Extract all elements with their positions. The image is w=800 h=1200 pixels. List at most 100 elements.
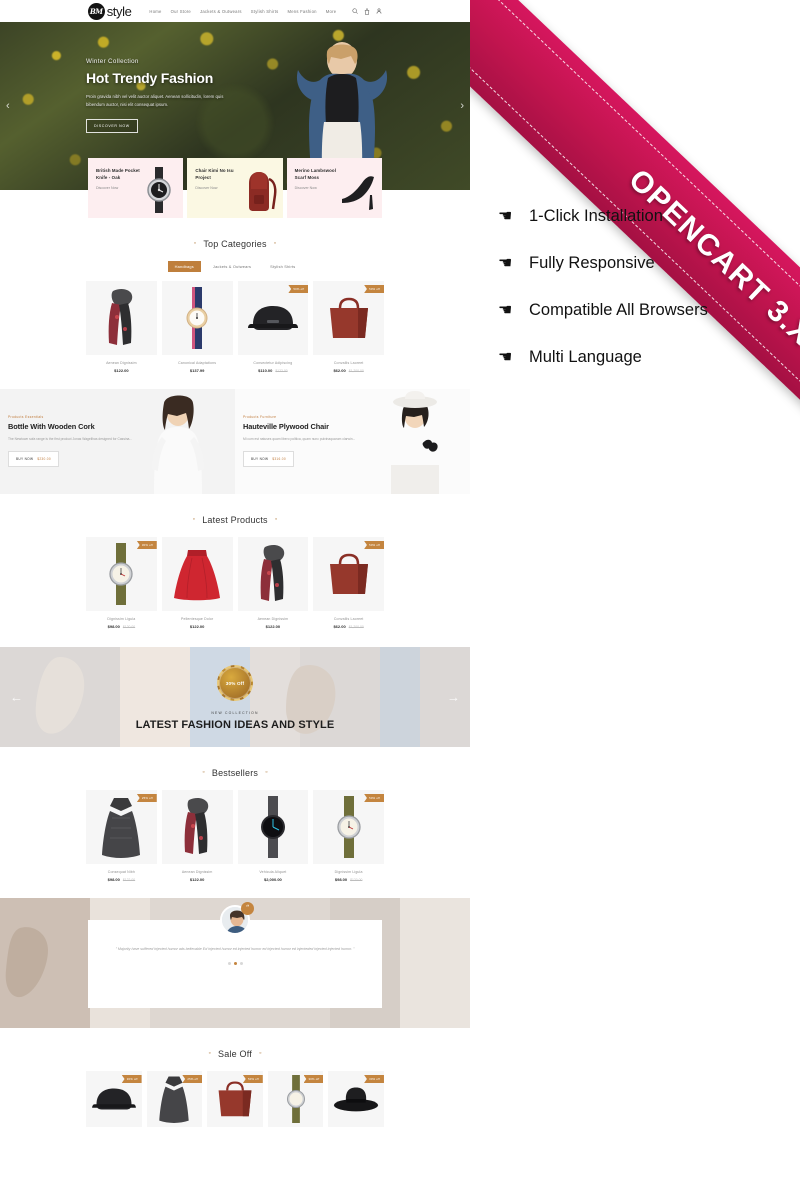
- promo-card[interactable]: Chair Kimi No Isu Project Discover Now: [187, 158, 283, 218]
- dress-icon: [102, 798, 141, 858]
- product-image[interactable]: 50% off: [313, 537, 384, 611]
- product-name: Dignissim Ligula: [334, 870, 363, 874]
- category-tabs[interactable]: Handbags Jackets & Outwears Stylish Shir…: [0, 261, 470, 272]
- hat-icon: [334, 1087, 379, 1112]
- hero-discover-button[interactable]: DISCOVER NOW: [86, 118, 138, 133]
- product-image[interactable]: [237, 790, 309, 864]
- marketing-panel: OPENCART 3.X ☚ 1-Click Installation ☚ Fu…: [470, 0, 800, 1200]
- parallax-promo-banner[interactable]: 30% Off NEW COLLECTION LATEST FASHION ID…: [0, 647, 470, 747]
- split-banner-buy-button[interactable]: BUY NOW $316.00: [243, 450, 294, 467]
- split-banner-buy-button[interactable]: BUY NOW $230.00: [8, 450, 59, 467]
- tab-stylish-shirts[interactable]: Stylish Shirts: [263, 261, 302, 272]
- search-icon[interactable]: [352, 8, 359, 14]
- nav-item-more[interactable]: More: [326, 9, 337, 14]
- product-old-price: $122.00: [122, 878, 136, 882]
- desktop-site-preview: BM style Home Our Store Jackets & Outwea…: [0, 0, 470, 1200]
- product-name: Dignissim Ligula: [107, 617, 136, 621]
- product-card[interactable]: 50% off Consectetur Adipiscing $110.00 $1…: [237, 281, 309, 373]
- promo-card-strip: British Made Pocket Knife - Oak Discover…: [0, 158, 470, 218]
- nav-item-mens-fashion[interactable]: Mens Fashion: [287, 9, 316, 14]
- split-banner[interactable]: Products Furniture Hauteville Plywood Ch…: [235, 389, 470, 494]
- product-card[interactable]: 50% off Convallis Laoreet $62.00 $1,200.0…: [313, 281, 384, 373]
- parallax-prev-arrow[interactable]: ←: [10, 690, 23, 705]
- feature-item-compatible-all-browsers: ☚ Compatible All Browsers: [498, 301, 708, 320]
- promo-card-title: Merino Lambswool Scarf Moss: [294, 168, 337, 180]
- feature-label: Fully Responsive: [529, 254, 655, 272]
- product-card[interactable]: 30% off: [267, 1071, 324, 1127]
- promo-card[interactable]: Merino Lambswool Scarf Moss Discover Now: [286, 158, 382, 218]
- cap-icon: [91, 1088, 136, 1110]
- product-card[interactable]: 30% off: [86, 1071, 142, 1127]
- account-icon[interactable]: [376, 8, 382, 14]
- product-name: Pellentesque Dolor: [180, 617, 214, 621]
- product-name: Canonical Adaptations: [178, 361, 217, 365]
- product-card[interactable]: Aenean Dignissim $122.00: [237, 537, 309, 629]
- main-navigation[interactable]: Home Our Store Jackets & Outwears Stylis…: [149, 9, 336, 14]
- product-card[interactable]: 30% off Dignissim Ligula $98.00 $120.00: [86, 537, 157, 629]
- tab-jackets-outwears[interactable]: Jackets & Outwears: [206, 261, 258, 272]
- pagination-dot-active[interactable]: [233, 961, 237, 965]
- nav-item-jackets-outwears[interactable]: Jackets & Outwears: [200, 9, 242, 14]
- site-logo[interactable]: BM style: [87, 2, 132, 20]
- discount-badge: 50% off: [242, 1075, 263, 1083]
- promo-card-title: Chair Kimi No Isu Project: [195, 168, 234, 180]
- product-old-price: $120.00: [122, 625, 136, 629]
- product-image[interactable]: [161, 537, 233, 611]
- product-card[interactable]: 50% off: [207, 1071, 263, 1127]
- hero-prev-arrow[interactable]: ‹: [6, 100, 10, 112]
- split-banner-kicker: Products Essentials: [8, 415, 44, 419]
- parallax-next-arrow[interactable]: →: [447, 690, 460, 705]
- product-card[interactable]: Aenean Dignissim $122.00: [161, 790, 233, 882]
- split-banner-price: $230.00: [37, 456, 51, 461]
- nav-item-home[interactable]: Home: [149, 9, 161, 14]
- nav-item-stylish-shirts[interactable]: Stylish Shirts: [251, 9, 279, 14]
- hero-next-arrow[interactable]: ›: [460, 100, 464, 112]
- product-card[interactable]: Aenean Dignissim $122.00: [86, 281, 157, 373]
- product-card[interactable]: Vehicula Aliquet $2,000.00: [237, 790, 309, 882]
- promo-card[interactable]: British Made Pocket Knife - Oak Discover…: [88, 158, 184, 218]
- tab-handbags[interactable]: Handbags: [167, 261, 201, 272]
- testimonial-quote: " Majority have suffered injected humor …: [115, 947, 355, 951]
- nav-item-our-store[interactable]: Our Store: [171, 9, 191, 14]
- sale-stamp-badge: 30% Off: [217, 665, 253, 701]
- product-price: $122.00: [189, 624, 205, 629]
- product-card[interactable]: 25% off Consequat Nibh $98.00 $122.00: [86, 790, 157, 882]
- product-image[interactable]: 30% off: [267, 1071, 324, 1127]
- product-image[interactable]: 30% off: [328, 1071, 384, 1127]
- product-card[interactable]: 30% off: [328, 1071, 384, 1127]
- discount-badge: 30% off: [303, 1075, 324, 1083]
- testimonial-pagination[interactable]: [104, 961, 366, 965]
- backpack-icon: [248, 172, 277, 211]
- product-image[interactable]: 50% off: [313, 281, 384, 355]
- sale-off-grid: 30% off 25% off 50% off 30% off 30% off: [0, 1071, 470, 1127]
- product-image[interactable]: 30% off: [86, 537, 157, 611]
- header-icon-group[interactable]: [352, 7, 382, 15]
- pagination-dot[interactable]: [239, 961, 243, 965]
- product-card[interactable]: 50% off Dignissim Ligula $98.00 $120.00: [313, 790, 384, 882]
- product-card[interactable]: Pellentesque Dolor $122.00: [161, 537, 233, 629]
- product-card[interactable]: Canonical Adaptations $137.99: [161, 281, 233, 373]
- product-image[interactable]: 25% off: [86, 790, 157, 864]
- split-banner[interactable]: Products Essentials Bottle With Wooden C…: [0, 389, 235, 494]
- product-name: Consectetur Adipiscing: [253, 361, 293, 365]
- section-title: Sale Off: [201, 1049, 268, 1059]
- product-image[interactable]: [86, 281, 157, 355]
- cart-icon[interactable]: [364, 7, 370, 15]
- product-image[interactable]: [237, 537, 309, 611]
- product-image[interactable]: 30% off: [86, 1071, 142, 1127]
- feature-label: Compatible All Browsers: [529, 301, 708, 319]
- product-image[interactable]: 50% off: [207, 1071, 263, 1127]
- product-image[interactable]: [161, 281, 233, 355]
- pointing-hand-icon: ☚: [498, 207, 513, 225]
- discount-badge: 30% off: [136, 541, 157, 549]
- pagination-dot[interactable]: [227, 961, 231, 965]
- product-card[interactable]: 25% off: [146, 1071, 203, 1127]
- product-card[interactable]: 50% off Convallis Laoreet $62.00 $1,200.0…: [313, 537, 384, 629]
- bestsellers-heading: Bestsellers: [0, 747, 470, 790]
- product-image[interactable]: 50% off: [237, 281, 309, 355]
- product-image[interactable]: 25% off: [146, 1071, 203, 1127]
- product-image[interactable]: [161, 790, 233, 864]
- product-image[interactable]: 50% off: [313, 790, 384, 864]
- pointing-hand-icon: ☚: [498, 301, 513, 319]
- pointing-hand-icon: ☚: [498, 348, 513, 366]
